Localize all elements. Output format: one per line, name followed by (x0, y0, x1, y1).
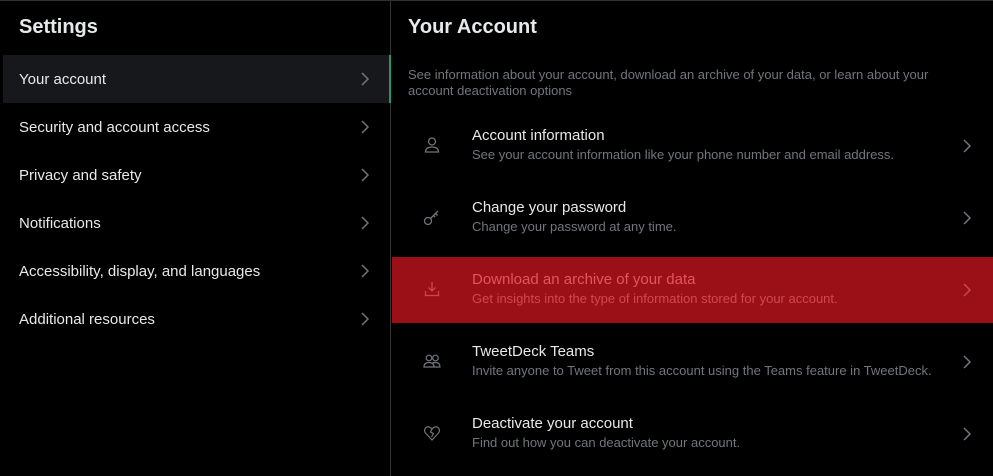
key-icon (423, 210, 439, 226)
page-description: See information about your account, down… (408, 67, 929, 98)
settings-sidebar: Settings Your account Security and accou… (0, 1, 391, 476)
item-title: Download an archive of your data (472, 271, 696, 288)
sidebar-item-label: Accessibility, display, and languages (19, 262, 261, 280)
chevron-right-icon (361, 312, 370, 326)
account-information-item[interactable]: Account information See your account inf… (392, 113, 993, 179)
chevron-right-icon (963, 139, 972, 153)
item-subtitle: Invite anyone to Tweet from this account… (472, 363, 932, 378)
sidebar-item-label: Notifications (19, 214, 101, 232)
deactivate-account-item[interactable]: Deactivate your account Find out how you… (392, 401, 993, 467)
sidebar-item-security[interactable]: Security and account access (3, 103, 390, 151)
chevron-right-icon (361, 216, 370, 230)
chevron-right-icon (361, 264, 370, 278)
sidebar-item-additional-resources[interactable]: Additional resources (3, 295, 390, 343)
download-icon (424, 282, 440, 297)
person-icon (424, 137, 440, 153)
sidebar-item-accessibility[interactable]: Accessibility, display, and languages (3, 247, 390, 295)
tweetdeck-teams-item[interactable]: TweetDeck Teams Invite anyone to Tweet f… (392, 329, 993, 395)
sidebar-item-notifications[interactable]: Notifications (3, 199, 390, 247)
sidebar-item-your-account[interactable]: Your account (3, 55, 391, 103)
people-icon (423, 354, 441, 368)
download-archive-item[interactable]: Download an archive of your data Get ins… (392, 257, 993, 323)
sidebar-item-privacy[interactable]: Privacy and safety (3, 151, 390, 199)
chevron-right-icon (963, 427, 972, 441)
item-subtitle: Change your password at any time. (472, 219, 677, 234)
item-subtitle: Get insights into the type of informatio… (472, 291, 838, 306)
chevron-right-icon (361, 72, 370, 86)
chevron-right-icon (361, 120, 370, 134)
chevron-right-icon (361, 168, 370, 182)
broken-heart-icon (423, 426, 441, 441)
item-subtitle: See your account information like your p… (472, 147, 895, 162)
chevron-right-icon (963, 211, 972, 225)
change-password-item[interactable]: Change your password Change your passwor… (392, 185, 993, 251)
sidebar-item-label: Your account (19, 70, 107, 88)
item-title: Deactivate your account (472, 415, 633, 432)
page-title: Your Account (408, 16, 537, 38)
settings-window: Settings Your account Security and accou… (0, 0, 993, 476)
chevron-right-icon (963, 283, 972, 297)
sidebar-item-label: Security and account access (19, 118, 210, 136)
item-subtitle: Find out how you can deactivate your acc… (472, 435, 741, 450)
settings-title: Settings (19, 16, 98, 38)
your-account-panel: Your Account See information about your … (392, 1, 993, 476)
chevron-right-icon (963, 355, 972, 369)
sidebar-item-label: Privacy and safety (19, 166, 142, 184)
sidebar-item-label: Additional resources (19, 310, 155, 328)
item-title: Account information (472, 127, 605, 144)
item-title: Change your password (472, 199, 627, 216)
item-title: TweetDeck Teams (472, 343, 595, 360)
